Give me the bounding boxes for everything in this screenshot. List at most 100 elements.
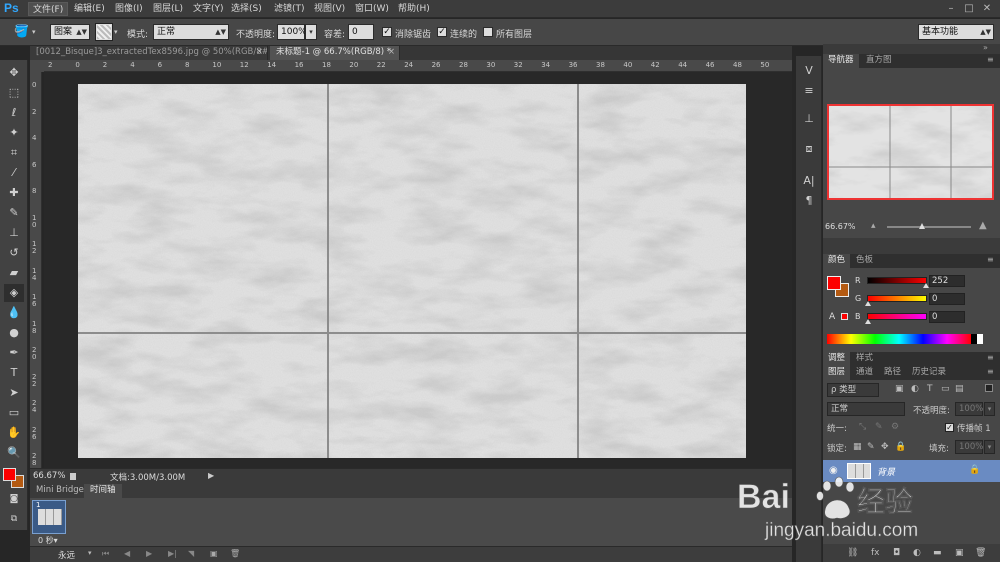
screen-mode-icon[interactable]: ⧉	[4, 510, 24, 528]
rectangle-tool-icon[interactable]: ▭	[4, 404, 24, 422]
white-swatch[interactable]	[977, 334, 983, 344]
zoom-slider-thumb[interactable]	[919, 223, 925, 229]
path-select-icon[interactable]: ➤	[4, 384, 24, 402]
workspace-select[interactable]: 基本功能 ▲▼	[918, 24, 994, 40]
chevron-down-icon[interactable]: ▾	[984, 440, 995, 454]
filter-pixel-icon[interactable]: ▣	[895, 384, 904, 394]
menu-edit[interactable]: 编辑(E)	[70, 2, 109, 16]
minimize-icon[interactable]: –	[944, 2, 958, 15]
brush-settings-icon[interactable]: ≡	[800, 82, 818, 100]
lasso-tool-icon[interactable]: ℓ	[4, 104, 24, 122]
propagate-checkbox[interactable]: ✓	[945, 423, 954, 432]
zoom-out-icon[interactable]: ▴	[871, 221, 876, 231]
panel-menu-icon[interactable]: ≡	[987, 55, 994, 64]
g-value[interactable]: 0	[929, 293, 965, 305]
gamut-warning-icon[interactable]: A	[829, 312, 835, 322]
eyedropper-icon[interactable]: ⁄	[4, 164, 24, 182]
close-icon[interactable]: ×	[256, 46, 263, 59]
foreground-color-swatch[interactable]	[3, 468, 16, 481]
panel-collapse-bar[interactable]: »	[823, 43, 1000, 54]
g-slider-thumb[interactable]	[865, 301, 871, 306]
maximize-icon[interactable]: □	[962, 2, 976, 15]
filter-toggle[interactable]	[985, 384, 993, 392]
animation-frame[interactable]: 1	[32, 500, 66, 534]
menu-filter[interactable]: 滤镜(T)	[270, 2, 309, 16]
status-menu-icon[interactable]	[70, 473, 76, 480]
tab-layers[interactable]: 图层	[823, 366, 851, 380]
g-slider[interactable]	[867, 295, 927, 302]
marquee-tool-icon[interactable]: ⬚	[4, 84, 24, 102]
menu-layer[interactable]: 图层(L)	[149, 2, 187, 16]
pattern-picker[interactable]	[95, 23, 113, 41]
tolerance-input[interactable]: 0	[348, 24, 374, 40]
trash-icon[interactable]: 🗑	[230, 549, 240, 558]
loop-select[interactable]: 永远	[58, 549, 75, 561]
blur-tool-icon[interactable]: 💧	[4, 304, 24, 322]
menu-image[interactable]: 图像(I)	[111, 2, 147, 16]
navigator-zoom[interactable]: 66.67%	[825, 222, 856, 231]
tab-channels[interactable]: 通道	[851, 366, 878, 380]
tab-timeline[interactable]: 时间轴	[84, 484, 122, 498]
tab-mini-bridge[interactable]: Mini Bridge	[30, 484, 90, 498]
menu-help[interactable]: 帮助(H)	[394, 2, 434, 16]
b-value[interactable]: 0	[929, 311, 965, 323]
menu-type[interactable]: 文字(Y)	[189, 2, 228, 16]
chevron-down-icon[interactable]: ▾	[88, 549, 92, 557]
dodge-tool-icon[interactable]: ●	[4, 324, 24, 342]
next-frame-icon[interactable]: ▶|	[168, 549, 177, 558]
clone-stamp-icon[interactable]: ⊥	[4, 224, 24, 242]
unify-style-icon[interactable]: ⚙	[891, 422, 899, 432]
web-color-swatch[interactable]	[841, 313, 848, 320]
fill-input[interactable]: 100%	[955, 440, 983, 454]
filter-shape-icon[interactable]: ▭	[941, 384, 950, 394]
filter-smart-icon[interactable]: ▤	[955, 384, 964, 394]
lock-pixels-icon[interactable]: ▦	[853, 442, 862, 452]
clone-source-icon[interactable]: ⊥	[800, 110, 818, 128]
tab-history[interactable]: 历史记录	[907, 366, 951, 380]
tab-color[interactable]: 颜色	[823, 254, 851, 268]
tool-presets-icon[interactable]: ⧈	[800, 140, 818, 158]
b-slider-thumb[interactable]	[865, 319, 871, 324]
brush-tool-icon[interactable]: ✎	[4, 204, 24, 222]
character-panel-icon[interactable]: A|	[800, 172, 818, 190]
hand-tool-icon[interactable]: ✋	[4, 424, 24, 442]
tab-histogram[interactable]: 直方图	[861, 54, 897, 68]
chevron-down-icon[interactable]: ▾	[305, 24, 317, 40]
blend-mode-select[interactable]: 正常	[827, 402, 905, 416]
menu-file[interactable]: 文件(F)	[28, 2, 69, 16]
healing-brush-icon[interactable]: ✚	[4, 184, 24, 202]
menu-select[interactable]: 选择(S)	[227, 2, 266, 16]
crop-tool-icon[interactable]: ⌗	[4, 144, 24, 162]
frame-delay[interactable]: 0 秒▾	[38, 535, 58, 546]
tween-icon[interactable]: ◥	[188, 549, 194, 558]
chevron-down-icon[interactable]: ▾	[114, 28, 118, 36]
history-brush-icon[interactable]: ↺	[4, 244, 24, 262]
panel-menu-icon[interactable]: ≡	[987, 255, 994, 264]
duplicate-frame-icon[interactable]: ▣	[210, 549, 218, 558]
tab-adjustments[interactable]: 调整	[823, 352, 851, 366]
magic-wand-icon[interactable]: ✦	[4, 124, 24, 142]
chevron-down-icon[interactable]: ▾	[984, 402, 995, 416]
status-arrow-icon[interactable]: ▶	[208, 469, 218, 483]
zoom-tool-icon[interactable]: 🔍	[4, 444, 24, 462]
vertical-ruler[interactable]: 0 2 4 6 8 1 0 1 2 1 4 1 6 1 8 2 0 2 2 2 4 2 6 2 8	[30, 72, 42, 468]
r-value[interactable]: 252	[929, 275, 965, 287]
horizontal-ruler[interactable]: 2 0 2 4 6 8 10 12 14 16 18 20 22 24 26 28 30 32 34 36 38 40 42…	[44, 60, 792, 72]
tab-paths[interactable]: 路径	[879, 366, 906, 380]
quick-mask-icon[interactable]: ◙	[4, 490, 24, 508]
collapse-icon[interactable]: »	[983, 43, 988, 52]
prev-frame-icon[interactable]: ◀	[124, 549, 130, 558]
lock-all-icon[interactable]: 🔒	[895, 442, 906, 452]
unify-visibility-icon[interactable]: ✎	[875, 422, 883, 432]
zoom-slider-track[interactable]	[887, 226, 971, 228]
antialias-checkbox[interactable]: ✓	[382, 27, 392, 37]
eraser-tool-icon[interactable]: ▰	[4, 264, 24, 282]
menu-window[interactable]: 窗口(W)	[351, 2, 393, 16]
zoom-in-icon[interactable]: ▲	[979, 220, 987, 231]
chevron-down-icon[interactable]: ▾	[32, 28, 36, 36]
lock-position-icon[interactable]: ✥	[881, 442, 889, 452]
zoom-level[interactable]: 66.67%	[33, 471, 65, 481]
tab-styles[interactable]: 样式	[851, 352, 878, 366]
menu-view[interactable]: 视图(V)	[310, 2, 349, 16]
tab-navigator[interactable]: 导航器	[823, 54, 859, 68]
